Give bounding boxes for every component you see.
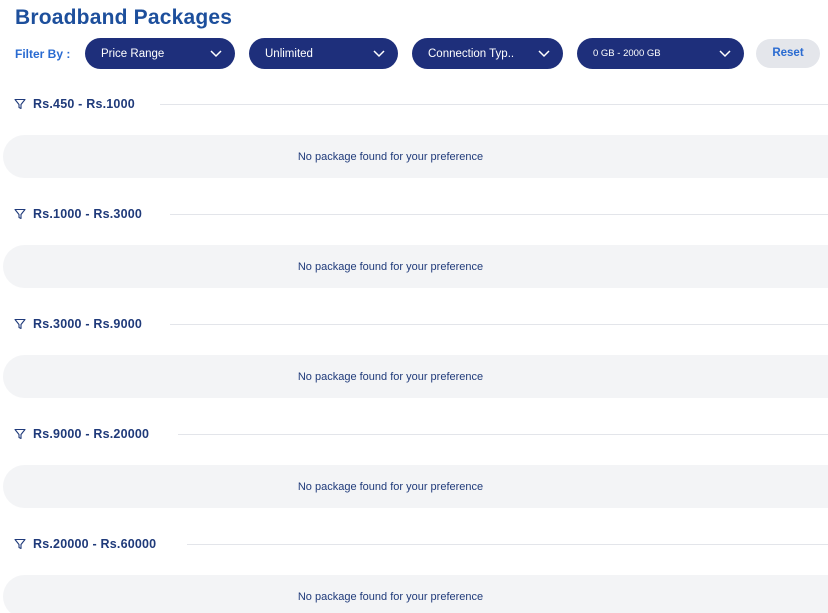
connection-type-dropdown-value: Connection Typ.. (428, 47, 515, 60)
price-range-title: Rs.20000 - Rs.60000 (33, 537, 157, 551)
page-title: Broadband Packages (15, 6, 233, 29)
price-range-dropdown-value: Price Range (101, 47, 165, 60)
empty-result-box: No package found for your preference (3, 245, 828, 288)
data-range-dropdown-value: 0 GB - 2000 GB (593, 48, 661, 59)
divider (187, 544, 828, 545)
chevron-down-icon (373, 49, 385, 57)
divider (160, 104, 828, 105)
empty-result-box: No package found for your preference (3, 465, 828, 508)
price-group-header: Rs.1000 - Rs.3000 (14, 205, 142, 223)
price-group-header: Rs.3000 - Rs.9000 (14, 315, 142, 333)
filter-icon (14, 428, 26, 440)
empty-result-message: No package found for your preference (297, 150, 484, 163)
chevron-down-icon (538, 49, 550, 57)
unlimited-dropdown[interactable]: Unlimited (249, 38, 398, 69)
price-group: Rs.3000 - Rs.9000 No package found for y… (0, 315, 828, 415)
empty-result-box: No package found for your preference (3, 135, 828, 178)
filter-bar: Filter By : Price Range Unlimited Connec… (0, 38, 828, 69)
empty-result-message: No package found for your preference (297, 260, 484, 273)
filter-icon (14, 208, 26, 220)
empty-result-message: No package found for your preference (297, 480, 484, 493)
data-range-dropdown[interactable]: 0 GB - 2000 GB (577, 38, 744, 69)
price-group: Rs.9000 - Rs.20000 No package found for … (0, 425, 828, 525)
divider (170, 214, 828, 215)
price-range-title: Rs.1000 - Rs.3000 (33, 207, 143, 221)
filter-icon (14, 318, 26, 330)
empty-result-message: No package found for your preference (297, 370, 484, 383)
price-range-title: Rs.9000 - Rs.20000 (33, 427, 150, 441)
divider (170, 324, 828, 325)
price-group-header: Rs.20000 - Rs.60000 (14, 535, 156, 553)
price-group-header: Rs.9000 - Rs.20000 (14, 425, 149, 443)
chevron-down-icon (210, 49, 222, 57)
empty-result-message: No package found for your preference (297, 590, 484, 603)
chevron-down-icon (719, 49, 731, 57)
connection-type-dropdown[interactable]: Connection Typ.. (412, 38, 563, 69)
price-group: Rs.20000 - Rs.60000 No package found for… (0, 535, 828, 613)
price-range-title: Rs.450 - Rs.1000 (33, 97, 135, 111)
price-group: Rs.450 - Rs.1000 No package found for yo… (0, 95, 828, 195)
empty-result-box: No package found for your preference (3, 355, 828, 398)
price-range-dropdown[interactable]: Price Range (85, 38, 235, 69)
filter-icon (14, 98, 26, 110)
price-group: Rs.1000 - Rs.3000 No package found for y… (0, 205, 828, 305)
divider (178, 434, 828, 435)
reset-button[interactable]: Reset (756, 39, 820, 68)
price-range-title: Rs.3000 - Rs.9000 (33, 317, 143, 331)
unlimited-dropdown-value: Unlimited (265, 47, 313, 60)
filter-by-label: Filter By : (15, 47, 71, 61)
empty-result-box: No package found for your preference (3, 575, 828, 613)
price-group-header: Rs.450 - Rs.1000 (14, 95, 135, 113)
filter-icon (14, 538, 26, 550)
